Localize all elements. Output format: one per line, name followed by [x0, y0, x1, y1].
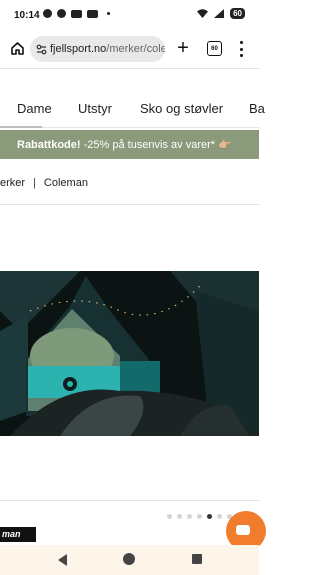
breadcrumb-divider: [0, 204, 259, 205]
snapchat-icon: [57, 9, 66, 18]
news-icon: [87, 9, 98, 18]
nav-item-sko-og-stovler[interactable]: Sko og støvler: [140, 101, 223, 116]
carousel-pagination: [167, 514, 232, 519]
header-divider: [0, 68, 259, 69]
browser-menu-button[interactable]: [238, 41, 244, 57]
pager-dot-active[interactable]: [207, 514, 212, 519]
tab-count: 60: [211, 45, 218, 52]
status-bar: 10:14 60: [0, 0, 259, 30]
category-nav: Dame Utstyr Sko og støvler Ba: [0, 91, 265, 127]
breadcrumb: erker | Coleman: [0, 177, 88, 189]
back-icon[interactable]: [58, 554, 67, 566]
home-circle-icon[interactable]: [123, 553, 135, 565]
recents-icon[interactable]: [192, 554, 202, 564]
more-notifications-dot: [107, 12, 110, 15]
pager-dot[interactable]: [197, 514, 202, 519]
nav-item-utstyr[interactable]: Utstyr: [78, 101, 112, 116]
promo-banner[interactable]: Rabattkode! -25% på tusenvis av varer* 👉…: [0, 130, 259, 159]
facebook-icon: [43, 9, 52, 18]
plus-icon: +: [177, 37, 189, 59]
pager-dot[interactable]: [217, 514, 222, 519]
menu-dot: [239, 47, 243, 51]
battery-indicator: 60: [230, 8, 245, 19]
site-settings-icon[interactable]: [36, 42, 47, 56]
promo-code-label: Rabattkode!: [17, 139, 81, 151]
pager-dot[interactable]: [167, 514, 172, 519]
promo-message: -25% på tusenvis av varer* 👉🏼: [80, 139, 232, 151]
breadcrumb-separator: |: [33, 177, 36, 189]
nav-item-dame[interactable]: Dame: [17, 101, 52, 116]
pager-dot[interactable]: [187, 514, 192, 519]
nav-item-barn[interactable]: Ba: [249, 101, 265, 116]
coleman-logo: man: [0, 527, 36, 542]
home-icon: [10, 41, 24, 55]
pager-dot[interactable]: [177, 514, 182, 519]
breadcrumb-parent[interactable]: erker: [0, 177, 25, 189]
tab-switcher-button[interactable]: 60: [207, 41, 222, 56]
menu-dot: [239, 54, 243, 57]
tent-interior-illustration: [0, 271, 259, 436]
menu-dot: [239, 41, 243, 44]
url-text: fjellsport.no/merker/cole: [50, 43, 165, 55]
new-tab-button[interactable]: +: [174, 37, 192, 59]
promo-text: Rabattkode! -25% på tusenvis av varer* 👉…: [17, 138, 232, 151]
browser-toolbar: fjellsport.no/merker/cole + 60: [0, 30, 259, 68]
url-path: /merker/cole: [106, 43, 165, 55]
hero-image-tent-interior: [0, 271, 259, 436]
address-bar[interactable]: fjellsport.no/merker/cole: [30, 36, 165, 62]
home-button[interactable]: [8, 39, 26, 57]
notification-icons: [43, 9, 110, 18]
section-divider: [0, 500, 259, 501]
brand-logo-text: man: [2, 529, 21, 539]
signal-icon: [214, 9, 225, 18]
wifi-icon: [197, 9, 209, 18]
news-icon: [71, 9, 82, 18]
status-time: 10:14: [14, 10, 40, 21]
breadcrumb-current: Coleman: [43, 177, 88, 189]
system-status: 60: [197, 8, 245, 19]
nav-scroll-indicator: [0, 126, 42, 128]
android-navigation-bar: [0, 545, 259, 575]
url-domain: fjellsport.no: [50, 43, 107, 55]
